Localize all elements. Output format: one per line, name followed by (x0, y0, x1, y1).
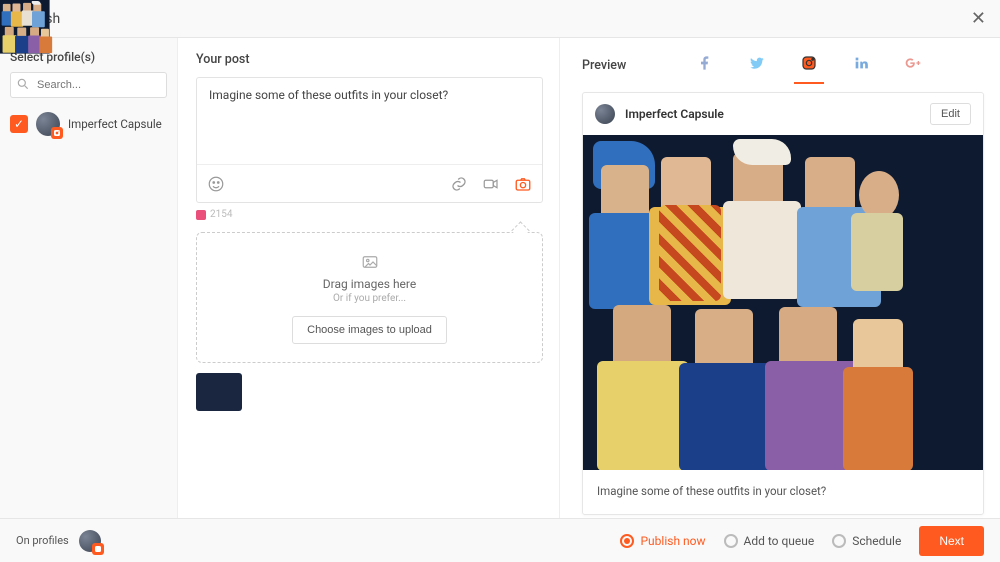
preview-caption: Imagine some of these outfits in your cl… (583, 470, 983, 514)
on-profiles: On profiles (16, 530, 101, 552)
char-counter: 2154 (196, 209, 543, 220)
instagram-badge-icon (92, 543, 104, 555)
modal-header: Publish ✕ (0, 0, 1000, 38)
network-tabs (696, 52, 922, 78)
tab-linkedin[interactable] (852, 52, 870, 78)
tab-instagram[interactable] (800, 52, 818, 78)
publish-modal: Publish ✕ Select profile(s) ✓ Imperfect … (0, 0, 1000, 562)
footer-avatar[interactable] (79, 530, 101, 552)
radio-publish-now[interactable]: Publish now (620, 534, 705, 548)
profile-row[interactable]: ✓ Imperfect Capsule (10, 108, 167, 140)
post-toolbar (197, 164, 542, 202)
timing-radios: Publish now Add to queue Schedule (620, 534, 901, 548)
radio-label: Schedule (852, 534, 901, 548)
dropzone-wrap: Drag images here Or if you prefer... Cho… (196, 232, 543, 363)
card-account-name: Imperfect Capsule (625, 107, 724, 121)
tab-facebook[interactable] (696, 52, 714, 78)
modal-footer: On profiles Publish now Add to queue Sch… (0, 518, 1000, 562)
preview-header: Preview (582, 52, 984, 78)
image-icon (361, 253, 379, 271)
post-box: Imagine some of these outfits in your cl… (196, 77, 543, 203)
emoji-icon[interactable] (207, 175, 225, 193)
modal-body: Select profile(s) ✓ Imperfect Capsule Yo… (0, 38, 1000, 518)
dropzone-title: Drag images here (207, 277, 532, 291)
edit-button[interactable]: Edit (930, 103, 971, 125)
radio-label: Publish now (640, 534, 705, 548)
dropzone-subtitle: Or if you prefer... (207, 293, 532, 304)
close-icon[interactable]: ✕ (971, 8, 986, 29)
card-user: Imperfect Capsule (595, 104, 724, 124)
search-icon (16, 77, 30, 91)
compose-panel: Your post Imagine some of these outfits … (178, 38, 560, 518)
profile-sidebar: Select profile(s) ✓ Imperfect Capsule (0, 38, 178, 518)
radio-label: Add to queue (744, 534, 815, 548)
link-icon[interactable] (450, 175, 468, 193)
post-textarea[interactable]: Imagine some of these outfits in your cl… (197, 78, 542, 164)
preview-heading: Preview (582, 58, 626, 73)
preview-panel: Preview Imperfect Capsule Edit (560, 38, 1000, 518)
camera-icon[interactable] (514, 175, 532, 193)
radio-schedule[interactable]: Schedule (832, 534, 901, 548)
char-count-value: 2154 (210, 209, 232, 220)
choose-images-button[interactable]: Choose images to upload (292, 316, 447, 344)
on-profiles-label: On profiles (16, 534, 69, 547)
card-header: Imperfect Capsule Edit (583, 93, 983, 135)
footer-actions: Publish now Add to queue Schedule Next (620, 526, 984, 556)
profile-search (10, 72, 167, 98)
next-button[interactable]: Next (919, 526, 984, 556)
tab-twitter[interactable] (748, 52, 766, 78)
card-avatar (595, 104, 615, 124)
counter-indicator-icon (196, 210, 206, 220)
compose-heading: Your post (196, 52, 543, 67)
profile-avatar (36, 112, 60, 136)
video-icon[interactable] (482, 175, 500, 193)
radio-add-to-queue[interactable]: Add to queue (724, 534, 815, 548)
search-input[interactable] (10, 72, 167, 98)
image-dropzone[interactable]: Drag images here Or if you prefer... Cho… (196, 232, 543, 363)
preview-image (583, 135, 983, 470)
instagram-badge-icon (51, 127, 63, 139)
tab-googleplus[interactable] (904, 52, 922, 78)
uploaded-thumbnail[interactable] (196, 373, 242, 411)
profile-name: Imperfect Capsule (68, 117, 162, 131)
preview-card: Imperfect Capsule Edit (582, 92, 984, 515)
profile-checkbox[interactable]: ✓ (10, 115, 28, 133)
